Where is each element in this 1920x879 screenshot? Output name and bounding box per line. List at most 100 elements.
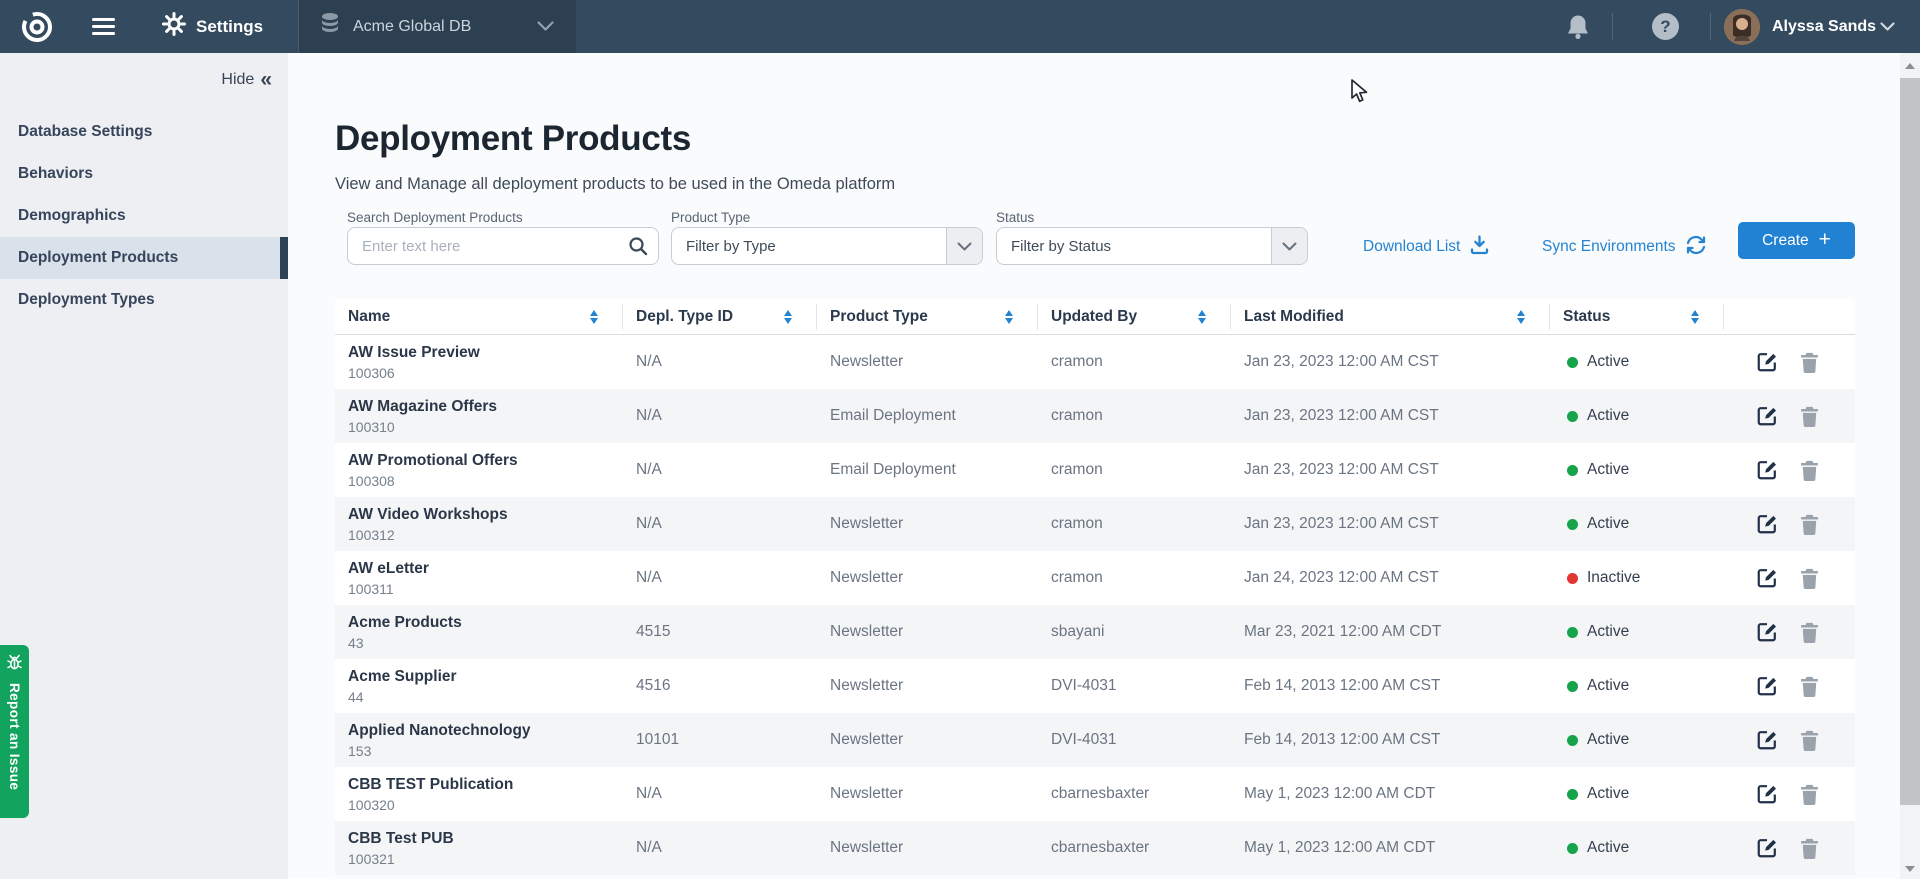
table-row[interactable]: CBB TEST Publication 100320 N/A Newslett… [335,767,1855,821]
status-dot [1567,789,1578,800]
delete-icon[interactable] [1800,730,1819,751]
column-header-product-type[interactable]: Product Type [817,304,1038,330]
edit-icon[interactable] [1756,405,1778,427]
depl-type-id-cell: N/A [623,353,817,371]
user-avatar[interactable] [1724,0,1760,53]
status-label: Active [1587,407,1629,425]
create-button[interactable]: Create + [1738,222,1855,259]
scrollbar-thumb[interactable] [1900,78,1920,805]
table-row[interactable]: AW eLetter 100311 N/A Newsletter cramon … [335,551,1855,605]
database-selector[interactable]: Acme Global DB [298,0,576,53]
delete-icon[interactable] [1800,622,1819,643]
status-dot [1567,573,1578,584]
edit-icon[interactable] [1756,675,1778,697]
updated-by-cell: cramon [1038,569,1231,587]
table-row[interactable]: Acme Supplier 44 4516 Newsletter DVI-403… [335,659,1855,713]
product-name-link[interactable]: AW Magazine Offers [348,398,623,416]
updated-by-cell: cramon [1038,515,1231,533]
delete-icon[interactable] [1800,676,1819,697]
sort-icon[interactable] [1517,310,1525,324]
settings-nav[interactable]: Settings [162,0,263,53]
product-type-select[interactable]: Filter by Type [671,227,983,265]
status-label: Active [1587,461,1629,479]
product-name-link[interactable]: AW eLetter [348,560,623,578]
sidebar-item-deployment-types[interactable]: Deployment Types [0,279,288,321]
edit-icon[interactable] [1756,783,1778,805]
table-row[interactable]: Applied Nanotechnology 153 10101 Newslet… [335,713,1855,767]
product-name-link[interactable]: AW Issue Preview [348,344,623,362]
column-header-last-modified[interactable]: Last Modified [1231,304,1550,330]
edit-icon[interactable] [1756,837,1778,859]
product-type-select-value: Filter by Type [672,238,946,255]
delete-icon[interactable] [1800,406,1819,427]
download-list-label: Download List [1363,238,1460,256]
status-label: Active [1587,677,1629,695]
deployment-products-table: Name Depl. Type ID Product Type Updated … [335,299,1855,875]
sidebar-item-database-settings[interactable]: Database Settings [0,111,288,153]
user-menu-chevron-icon[interactable] [1880,0,1895,53]
sidebar-item-behaviors[interactable]: Behaviors [0,153,288,195]
sort-icon[interactable] [590,310,598,324]
last-modified-cell: May 1, 2023 12:00 AM CDT [1231,839,1550,857]
delete-icon[interactable] [1800,838,1819,859]
delete-icon[interactable] [1800,514,1819,535]
sort-icon[interactable] [784,310,792,324]
top-navbar: Settings Acme Global DB [0,0,1920,53]
sort-icon[interactable] [1691,310,1699,324]
product-name-link[interactable]: CBB Test PUB [348,830,623,848]
column-header-status[interactable]: Status [1550,304,1724,330]
download-list-button[interactable]: Download List [1363,233,1490,261]
product-name-link[interactable]: Applied Nanotechnology [348,722,623,740]
delete-icon[interactable] [1800,460,1819,481]
product-name-link[interactable]: Acme Products [348,614,623,632]
report-issue-tab[interactable]: Report an Issue [0,645,29,818]
sync-environments-button[interactable]: Sync Environments [1542,233,1707,261]
delete-icon[interactable] [1800,352,1819,373]
edit-icon[interactable] [1756,351,1778,373]
search-input[interactable] [348,238,618,255]
status-select[interactable]: Filter by Status [996,227,1308,265]
search-icon[interactable] [618,236,658,256]
omeda-logo-icon[interactable] [16,0,58,53]
product-name-link[interactable]: AW Promotional Offers [348,452,623,470]
column-header-name[interactable]: Name [335,304,623,330]
delete-icon[interactable] [1800,784,1819,805]
vertical-scrollbar[interactable] [1900,53,1920,879]
product-name-link[interactable]: AW Video Workshops [348,506,623,524]
status-label: Active [1587,731,1629,749]
edit-icon[interactable] [1756,459,1778,481]
column-header-updated-by[interactable]: Updated By [1038,304,1231,330]
table-row[interactable]: AW Magazine Offers 100310 N/A Email Depl… [335,389,1855,443]
product-type-cell: Email Deployment [817,407,1038,425]
scroll-down-arrow[interactable] [1900,860,1920,877]
product-type-cell: Newsletter [817,785,1038,803]
status-select-value: Filter by Status [997,238,1271,255]
edit-icon[interactable] [1756,621,1778,643]
menu-hamburger-icon[interactable] [92,0,115,53]
edit-icon[interactable] [1756,567,1778,589]
hide-sidebar-button[interactable]: Hide « [221,69,272,90]
table-row[interactable]: AW Issue Preview 100306 N/A Newsletter c… [335,335,1855,389]
table-row[interactable]: Acme Products 43 4515 Newsletter sbayani… [335,605,1855,659]
sidebar-item-demographics[interactable]: Demographics [0,195,288,237]
sidebar-item-deployment-products[interactable]: Deployment Products [0,237,288,279]
status-dot [1567,519,1578,530]
edit-icon[interactable] [1756,513,1778,535]
table-row[interactable]: AW Video Workshops 100312 N/A Newsletter… [335,497,1855,551]
user-name[interactable]: Alyssa Sands [1772,0,1876,53]
product-id: 100308 [348,473,623,489]
scroll-up-arrow[interactable] [1900,57,1920,74]
sort-icon[interactable] [1005,310,1013,324]
table-row[interactable]: AW Promotional Offers 100308 N/A Email D… [335,443,1855,497]
column-header-depl-type-id[interactable]: Depl. Type ID [623,304,817,330]
product-name-link[interactable]: CBB TEST Publication [348,776,623,794]
delete-icon[interactable] [1800,568,1819,589]
notifications-bell-icon[interactable] [1565,0,1591,53]
sort-icon[interactable] [1198,310,1206,324]
table-row[interactable]: CBB Test PUB 100321 N/A Newsletter cbarn… [335,821,1855,875]
product-name-link[interactable]: Acme Supplier [348,668,623,686]
column-header-actions [1724,304,1855,330]
help-icon[interactable]: ? [1652,0,1679,53]
main-content: Deployment Products View and Manage all … [288,53,1900,879]
edit-icon[interactable] [1756,729,1778,751]
